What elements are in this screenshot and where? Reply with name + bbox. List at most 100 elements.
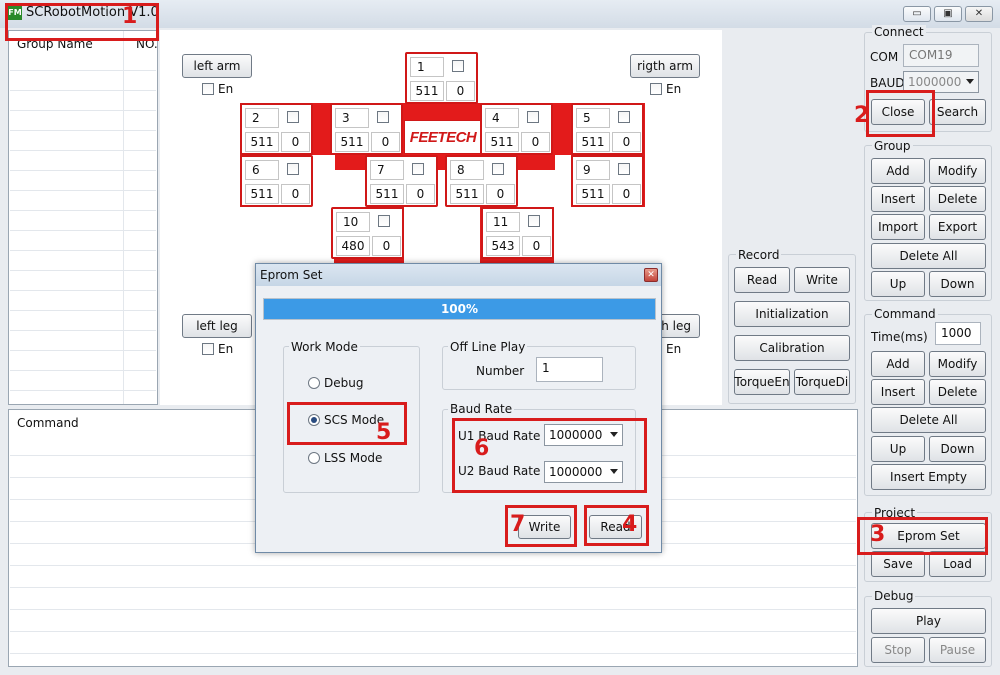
group-add-button[interactable]: Add <box>871 158 925 184</box>
servo-checkbox[interactable] <box>287 111 299 123</box>
group-down-button[interactable]: Down <box>929 271 986 297</box>
left-leg-en-checkbox[interactable] <box>202 343 214 355</box>
servo-id: 9 <box>576 160 610 180</box>
record-write-button[interactable]: Write <box>794 267 850 293</box>
servo-speed[interactable]: 0 <box>371 132 400 152</box>
servo-position[interactable]: 511 <box>450 184 484 204</box>
command-up-button[interactable]: Up <box>871 436 925 462</box>
servo-position[interactable]: 511 <box>485 132 519 152</box>
group-delete-button[interactable]: Delete <box>929 186 986 212</box>
group-list[interactable]: Group Name NO. <box>8 30 158 405</box>
servo-8: 8 511 0 <box>445 155 518 207</box>
left-arm-en-checkbox[interactable] <box>202 83 214 95</box>
servo-speed[interactable]: 0 <box>521 132 550 152</box>
servo-checkbox[interactable] <box>492 163 504 175</box>
servo-id: 11 <box>486 212 520 232</box>
left-leg-button[interactable]: left leg <box>182 314 252 338</box>
baud-label: BAUD <box>870 76 905 90</box>
left-arm-button[interactable]: left arm <box>182 54 252 78</box>
left-arm-en-label: En <box>218 82 234 96</box>
search-button[interactable]: Search <box>929 99 986 125</box>
close-window-button[interactable]: ✕ <box>965 6 993 22</box>
servo-speed[interactable]: 0 <box>281 184 310 204</box>
debug-mode-radio[interactable] <box>308 377 320 389</box>
command-down-button[interactable]: Down <box>929 436 986 462</box>
servo-position[interactable]: 543 <box>486 236 520 256</box>
lss-mode-label: LSS Mode <box>324 451 383 465</box>
servo-position[interactable]: 511 <box>576 132 610 152</box>
servo-position[interactable]: 511 <box>370 184 404 204</box>
group-up-button[interactable]: Up <box>871 271 925 297</box>
servo-10: 10 480 0 <box>331 207 404 259</box>
servo-id: 2 <box>245 108 279 128</box>
right-arm-button[interactable]: rigth arm <box>630 54 700 78</box>
dialog-close-icon[interactable]: ✕ <box>644 268 658 282</box>
annotation-number-4: 4 <box>622 512 638 537</box>
command-delete-all-button[interactable]: Delete All <box>871 407 986 433</box>
servo-speed[interactable]: 0 <box>406 184 435 204</box>
servo-position[interactable]: 511 <box>245 132 279 152</box>
group-insert-button[interactable]: Insert <box>871 186 925 212</box>
insert-empty-button[interactable]: Insert Empty <box>871 464 986 490</box>
servo-position[interactable]: 511 <box>335 132 369 152</box>
servo-speed[interactable]: 0 <box>612 184 641 204</box>
time-input[interactable]: 1000 <box>935 322 981 345</box>
servo-position[interactable]: 511 <box>410 81 444 101</box>
number-input[interactable]: 1 <box>536 357 603 382</box>
command-delete-button[interactable]: Delete <box>929 379 986 405</box>
servo-speed[interactable]: 0 <box>612 132 641 152</box>
command-add-button[interactable]: Add <box>871 351 925 377</box>
calibration-button[interactable]: Calibration <box>734 335 850 361</box>
servo-id: 8 <box>450 160 484 180</box>
servo-speed[interactable]: 0 <box>522 236 551 256</box>
minimize-button[interactable]: ▭ <box>903 6 931 22</box>
servo-11: 11 543 0 <box>481 207 554 259</box>
group-modify-button[interactable]: Modify <box>929 158 986 184</box>
record-read-button[interactable]: Read <box>734 267 790 293</box>
group-import-button[interactable]: Import <box>871 214 925 240</box>
offline-play-title: Off Line Play <box>448 340 528 354</box>
initialization-button[interactable]: Initialization <box>734 301 850 327</box>
servo-checkbox[interactable] <box>378 215 390 227</box>
servo-id: 1 <box>410 57 444 77</box>
right-arm-en-checkbox[interactable] <box>650 83 662 95</box>
torque-disable-button[interactable]: TorqueDi <box>794 369 850 395</box>
servo-speed[interactable]: 0 <box>372 236 401 256</box>
torque-enable-button[interactable]: TorqueEn <box>734 369 790 395</box>
com-field[interactable]: COM19 <box>903 44 979 67</box>
play-button[interactable]: Play <box>871 608 986 634</box>
restore-button[interactable]: ▣ <box>934 6 962 22</box>
servo-checkbox[interactable] <box>287 163 299 175</box>
stop-button[interactable]: Stop <box>871 637 925 663</box>
debug-title: Debug <box>872 589 916 603</box>
servo-checkbox[interactable] <box>618 163 630 175</box>
servo-6: 6 511 0 <box>240 155 313 207</box>
left-leg-en-label: En <box>218 342 234 356</box>
command-insert-button[interactable]: Insert <box>871 379 925 405</box>
record-title: Record <box>736 248 782 262</box>
servo-7: 7 511 0 <box>365 155 438 207</box>
servo-speed[interactable]: 0 <box>446 81 475 101</box>
command-modify-button[interactable]: Modify <box>929 351 986 377</box>
servo-checkbox[interactable] <box>452 60 464 72</box>
group-delete-all-button[interactable]: Delete All <box>871 243 986 269</box>
servo-checkbox[interactable] <box>377 111 389 123</box>
servo-speed[interactable]: 0 <box>486 184 515 204</box>
connect-title: Connect <box>872 25 926 39</box>
lss-mode-radio[interactable] <box>308 452 320 464</box>
servo-speed[interactable]: 0 <box>281 132 310 152</box>
servo-checkbox[interactable] <box>618 111 630 123</box>
debug-mode-label: Debug <box>324 376 364 390</box>
right-arm-en-label: En <box>666 82 682 96</box>
annotation-number-6: 6 <box>474 436 490 461</box>
servo-checkbox[interactable] <box>412 163 424 175</box>
servo-3: 3 511 0 <box>330 103 403 155</box>
servo-position[interactable]: 511 <box>576 184 610 204</box>
servo-position[interactable]: 511 <box>245 184 279 204</box>
baud-rate-title: Baud Rate <box>448 402 515 416</box>
pause-button[interactable]: Pause <box>929 637 986 663</box>
servo-position[interactable]: 480 <box>336 236 370 256</box>
servo-checkbox[interactable] <box>527 111 539 123</box>
servo-checkbox[interactable] <box>528 215 540 227</box>
group-export-button[interactable]: Export <box>929 214 986 240</box>
